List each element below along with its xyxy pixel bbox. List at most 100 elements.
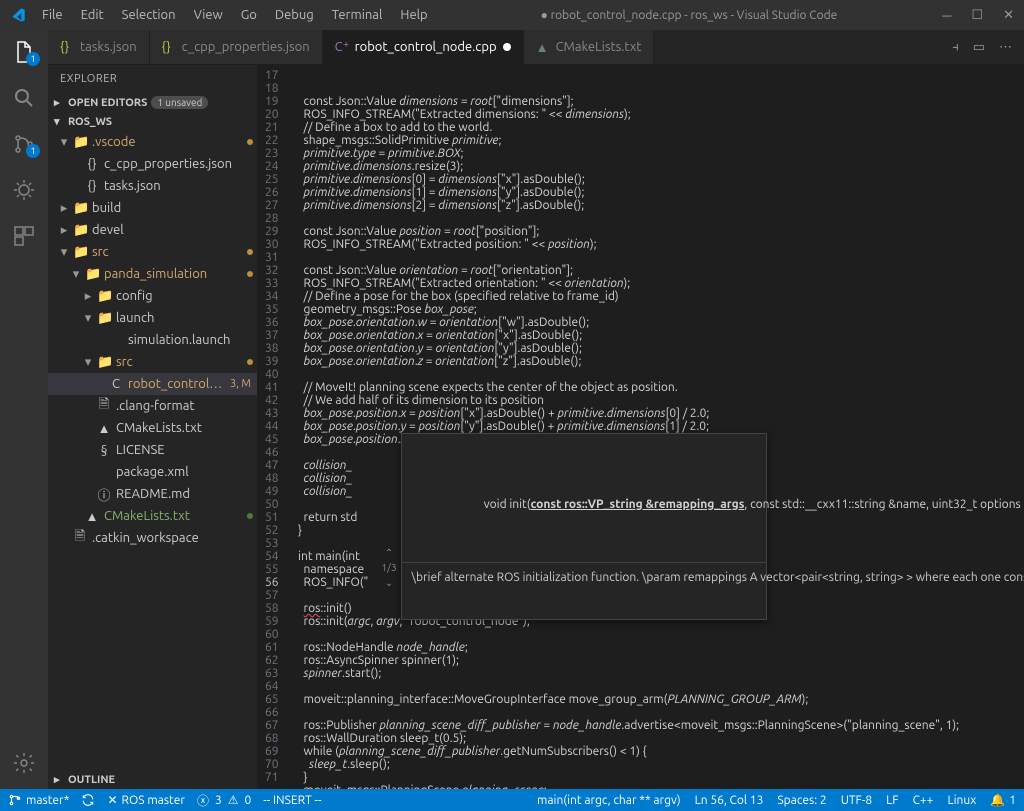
minimize-icon[interactable]: ─ [942,8,951,23]
tree-item-CMakeLists-txt[interactable]: ▲CMakeLists.txt [48,417,257,439]
tree-item-config[interactable]: ▸📁config [48,285,257,307]
language-status[interactable]: C++ [913,794,934,807]
problems-status[interactable]: ⓧ3 ⚠0 [197,792,251,809]
tab-c_cpp_properties-json[interactable]: {}c_cpp_properties.json [150,30,323,64]
vscode-icon [10,7,26,23]
tab-robot_control_node-cpp[interactable]: C⁺robot_control_node.cpp [323,30,524,64]
menu-debug[interactable]: Debug [267,4,322,26]
tree-item-README-md[interactable]: ⓘ README.md [48,483,257,505]
file-icon: ▲ [536,40,550,54]
file-icon: 📁 [73,135,87,150]
tree-item-package-xml[interactable]: package.xml [48,461,257,483]
tree-item-src[interactable]: ▾ 📁 src [48,351,257,373]
signature-nav[interactable]: ⌃1/3⌄ [382,546,397,589]
close-icon[interactable]: ✕ [1003,8,1014,23]
extensions-icon[interactable] [12,224,36,248]
git-status-label: 3, M [230,378,251,390]
eol-status[interactable]: LF [886,794,898,807]
signature-help-popup: ⌃1/3⌄ void init(const ros::VP_string &re… [401,433,767,620]
file-icon: ▲ [97,421,111,436]
tree-item-build[interactable]: ▸📁build [48,197,257,219]
encoding-status[interactable]: UTF-8 [841,794,872,807]
indent-status[interactable]: Spaces: 2 [777,794,826,807]
chevron-icon: ▾ [60,135,68,150]
file-name: src [116,355,242,369]
chevron-icon: ▾ [60,245,68,260]
file-icon: 📁 [73,245,87,260]
open-editors-header[interactable]: ▸ Open Editors 1 unsaved [48,93,257,112]
activity-bar: 1 1 [0,30,48,789]
search-icon[interactable] [12,86,36,110]
menu-view[interactable]: View [186,4,231,26]
toggle-panel-icon[interactable]: ▭ [973,40,985,55]
file-icon: 🗎 [73,527,87,549]
menu-file[interactable]: File [34,4,71,26]
code-editor[interactable]: 1718192021222324252627282930313233343536… [257,65,1024,789]
tab-label: robot_control_node.cpp [355,40,497,54]
notifications-status[interactable]: 🔔1 [990,793,1016,807]
menu-edit[interactable]: Edit [73,4,112,26]
vim-mode-status: -- INSERT -- [263,794,321,807]
file-icon: 📁 [73,201,87,216]
menu-selection[interactable]: Selection [114,4,184,26]
tree-item-LICENSE[interactable]: §LICENSE [48,439,257,461]
function-context-status[interactable]: main(int argc, char ** argv) [537,794,681,807]
tree-item-simulation-launch[interactable]: simulation.launch [48,329,257,351]
file-icon: {} [85,179,99,193]
chevron-icon: ▸ [60,201,68,216]
menu-help[interactable]: Help [392,4,435,26]
file-icon: 📁 [85,267,99,282]
tree-item-devel[interactable]: ▸📁devel [48,219,257,241]
tree-item-robot_control_nod-[interactable]: Crobot_control_nod…3, M [48,373,257,395]
titlebar: FileEditSelectionViewGoDebugTerminalHelp… [0,0,1024,30]
file-name: README.md [116,487,257,501]
chevron-icon: ▾ [84,355,92,370]
tree-item-launch[interactable]: ▾📁launch [48,307,257,329]
menu-go[interactable]: Go [233,4,265,26]
file-icon: 📁 [73,223,87,238]
tree-item-c_cpp_properties-json[interactable]: {}c_cpp_properties.json [48,153,257,175]
git-modified-icon [247,249,253,255]
tree-item-src[interactable]: ▾ 📁 src [48,241,257,263]
file-name: robot_control_nod… [128,377,225,391]
more-actions-icon[interactable]: ⋯ [999,40,1012,55]
file-name: CMakeLists.txt [104,509,242,523]
file-name: package.xml [116,465,257,479]
file-icon: 📁 [97,355,111,370]
explorer-icon[interactable]: 1 [12,40,36,64]
git-modified-icon [247,139,253,145]
split-editor-icon[interactable]: ⫞ [952,40,959,55]
maximize-icon[interactable]: ☐ [971,8,983,23]
tree-item-tasks-json[interactable]: {} tasks.json [48,175,257,197]
source-control-icon[interactable]: 1 [12,132,36,156]
tab-tasks-json[interactable]: {} tasks.json [48,30,150,64]
tree-item--clang-format[interactable]: 🗎.clang-format [48,395,257,417]
ros-master-status[interactable]: ✕ ROS master [107,793,184,807]
tree-item-CMakeLists-txt[interactable]: ▲CMakeLists.txt [48,505,257,527]
tab-CMakeLists-txt[interactable]: ▲CMakeLists.txt [524,30,655,64]
tree-item-panda_simulation[interactable]: ▾📁panda_simulation [48,263,257,285]
menu-terminal[interactable]: Terminal [324,4,391,26]
minimap[interactable] [959,65,1007,789]
status-bar: master* ✕ ROS master ⓧ3 ⚠0 -- INSERT -- … [0,789,1024,811]
explorer-sidebar: Explorer ▸ Open Editors 1 unsaved ▾ ROS_… [48,65,257,789]
file-name: devel [92,223,257,237]
workspace-header[interactable]: ▾ ROS_WS [48,112,257,131]
git-branch-status[interactable]: master* [8,793,69,807]
git-sync-status[interactable] [81,793,95,807]
tree-item--catkin_workspace[interactable]: 🗎.catkin_workspace [48,527,257,549]
file-icon: ⓘ [97,485,111,504]
debug-icon[interactable] [12,178,36,202]
cursor-position-status[interactable]: Ln 56, Col 13 [695,794,764,807]
outline-header[interactable]: ▸ Outline [48,770,257,789]
file-icon: {} [60,40,74,54]
file-name: tasks.json [104,179,257,193]
file-icon: 📁 [97,289,111,304]
tab-label: tasks.json [80,40,137,54]
settings-icon[interactable] [12,751,36,775]
os-status[interactable]: Linux [947,794,976,807]
file-icon: {} [162,40,176,54]
chevron-icon: ▸ [84,289,92,304]
file-name: src [92,245,242,259]
tree-item--vscode[interactable]: ▾📁.vscode [48,131,257,153]
